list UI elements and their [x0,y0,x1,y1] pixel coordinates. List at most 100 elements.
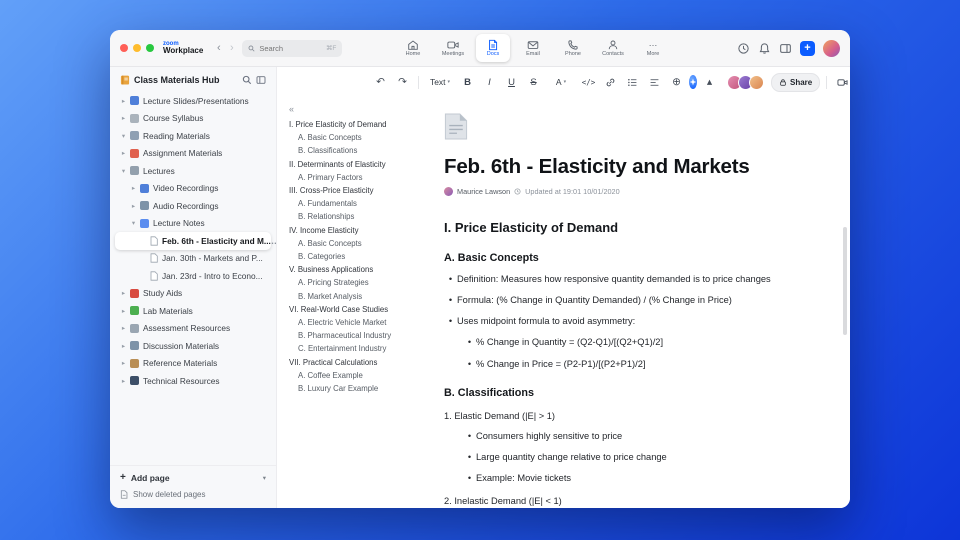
history-clock-icon[interactable] [737,42,750,55]
chevron-down-icon[interactable]: ▾ [263,474,266,482]
subsection-heading-a[interactable]: A. Basic Concepts [444,252,816,264]
chevron-right-icon[interactable]: ▸ [119,342,128,350]
font-color-button[interactable]: A ▾ [546,74,576,91]
collapse-outline-icon[interactable]: « [289,105,439,114]
new-item-button[interactable]: + [800,40,815,56]
bullet-item[interactable]: Large quantity change relative to price … [463,452,816,463]
chevron-right-icon[interactable]: ▸ [119,324,128,332]
sidebar-item-video-recordings[interactable]: ▸ Video Recordings [115,180,271,198]
side-panel-icon[interactable] [779,42,792,55]
bullet-item[interactable]: Example: Movie tickets [463,473,816,484]
chevron-right-icon[interactable]: ▸ [119,377,128,385]
chevron-right-icon[interactable]: ▸ [119,114,128,122]
outline-item[interactable]: IV. Income Elasticity [289,224,439,237]
numbered-item-2[interactable]: 2. Inelastic Demand (|E| < 1) [444,496,816,506]
doc-scrollbar[interactable] [843,227,847,335]
bullet-item[interactable]: Formula: (% Change in Quantity Demanded)… [444,295,816,306]
show-deleted-pages-button[interactable]: Show deleted pages [120,490,266,499]
outline-item[interactable]: A. Basic Concepts [289,131,439,144]
bold-button[interactable]: B [458,74,477,91]
ai-companion-button[interactable] [689,75,697,89]
maximize-window-button[interactable] [146,44,154,52]
outline-item[interactable]: B. Luxury Car Example [289,382,439,395]
bullet-item[interactable]: Uses midpoint formula to avoid asymmetry… [444,316,816,327]
sidebar-item-reading-materials[interactable]: ▾ Reading Materials [115,127,271,145]
minimize-window-button[interactable] [133,44,141,52]
sidebar-item-feb-6th[interactable]: Feb. 6th - Elasticity and M... … [115,232,276,250]
item-more-icon[interactable]: … [271,236,276,246]
sidebar-item-assessment-resources[interactable]: ▸ Assessment Resources [115,320,271,338]
sidebar-item-lecture-slides[interactable]: ▸ Lecture Slides/Presentations [115,92,271,110]
collaborator-avatar-3[interactable] [749,74,764,90]
start-video-button[interactable] [833,74,850,91]
user-avatar[interactable] [823,39,840,57]
chevron-right-icon[interactable]: ▸ [119,359,128,367]
outline-item[interactable]: A. Electric Vehicle Market [289,316,439,329]
global-search[interactable]: ⌘F [242,39,343,57]
chevron-down-icon[interactable]: ▾ [119,167,128,175]
nav-phone[interactable]: Phone [556,34,590,62]
share-button[interactable]: Share [771,72,821,92]
sidebar-item-jan-30th[interactable]: Jan. 30th - Markets and P... [115,250,271,268]
outline-item[interactable]: A. Pricing Strategies [289,276,439,289]
search-input[interactable] [259,43,304,53]
outline-item[interactable]: V. Business Applications [289,263,439,276]
sidebar-item-study-aids[interactable]: ▸ Study Aids [115,285,271,303]
outline-item[interactable]: VII. Practical Calculations [289,356,439,369]
nav-meetings[interactable]: Meetings [436,34,470,62]
sidebar-item-lecture-notes[interactable]: ▾ Lecture Notes [115,215,271,233]
subsection-heading-b[interactable]: B. Classifications [444,387,816,399]
italic-button[interactable]: I [480,74,499,91]
outline-item[interactable]: B. Pharmaceutical Industry [289,329,439,342]
close-window-button[interactable] [120,44,128,52]
bulleted-list-button[interactable] [623,74,642,91]
nav-more[interactable]: … More [636,34,670,62]
chevron-right-icon[interactable]: ▸ [129,184,138,192]
section-heading-1[interactable]: I. Price Elasticity of Demand [444,220,816,235]
outline-item[interactable]: A. Fundamentals [289,197,439,210]
collapse-toolbar-button[interactable]: ▴ [700,74,719,91]
underline-button[interactable]: U [502,74,521,91]
back-button[interactable]: ‹ [212,42,225,54]
sidebar-item-discussion-materials[interactable]: ▸ Discussion Materials [115,337,271,355]
outline-item[interactable]: VI. Real-World Case Studies [289,303,439,316]
outline-item[interactable]: B. Market Analysis [289,290,439,303]
outline-item[interactable]: A. Basic Concepts [289,237,439,250]
numbered-item-1[interactable]: 1. Elastic Demand (|E| > 1) [444,411,816,421]
add-page-button[interactable]: + Add page ▾ [120,473,266,484]
notifications-bell-icon[interactable] [758,42,771,55]
outline-item[interactable]: III. Cross-Price Elasticity [289,184,439,197]
nav-docs[interactable]: Docs [476,34,510,62]
sidebar-item-course-syllabus[interactable]: ▸ Course Syllabus [115,110,271,128]
bullet-item[interactable]: Definition: Measures how responsive quan… [444,274,816,285]
outline-item[interactable]: II. Determinants of Elasticity [289,158,439,171]
code-button[interactable]: </> [579,74,598,91]
text-style-dropdown[interactable]: Text ▾ [425,74,455,91]
bullet-item[interactable]: Consumers highly sensitive to price [463,431,816,442]
outline-item[interactable]: A. Primary Factors [289,171,439,184]
redo-button[interactable]: ↷ [393,74,412,91]
link-button[interactable] [601,74,620,91]
nav-email[interactable]: Email [516,34,550,62]
chevron-right-icon[interactable]: ▸ [119,289,128,297]
nav-home[interactable]: Home [396,34,430,62]
chevron-right-icon[interactable]: ▸ [129,202,138,210]
outline-item[interactable]: B. Classifications [289,144,439,157]
doc-content[interactable]: Feb. 6th - Elasticity and Markets Mauric… [444,97,816,506]
chevron-right-icon[interactable]: ▸ [119,97,128,105]
align-button[interactable] [645,74,664,91]
chevron-right-icon[interactable]: ▸ [119,307,128,315]
doc-title[interactable]: Feb. 6th - Elasticity and Markets [444,155,816,179]
forward-button[interactable]: › [225,42,238,54]
insert-block-button[interactable]: ⊕ [667,74,686,91]
chevron-down-icon[interactable]: ▾ [119,132,128,140]
sidebar-item-reference-materials[interactable]: ▸ Reference Materials [115,355,271,373]
sidebar-search-icon[interactable] [242,75,252,85]
sidebar-item-technical-resources[interactable]: ▸ Technical Resources [115,372,271,390]
sidebar-item-jan-23rd[interactable]: Jan. 23rd - Intro to Econo... [115,267,271,285]
outline-item[interactable]: C. Entertainment Industry [289,342,439,355]
sidebar-item-audio-recordings[interactable]: ▸ Audio Recordings [115,197,271,215]
sidebar-item-lectures[interactable]: ▾ Lectures [115,162,271,180]
sidebar-item-assignment-materials[interactable]: ▸ Assignment Materials [115,145,271,163]
chevron-down-icon[interactable]: ▾ [129,219,138,227]
